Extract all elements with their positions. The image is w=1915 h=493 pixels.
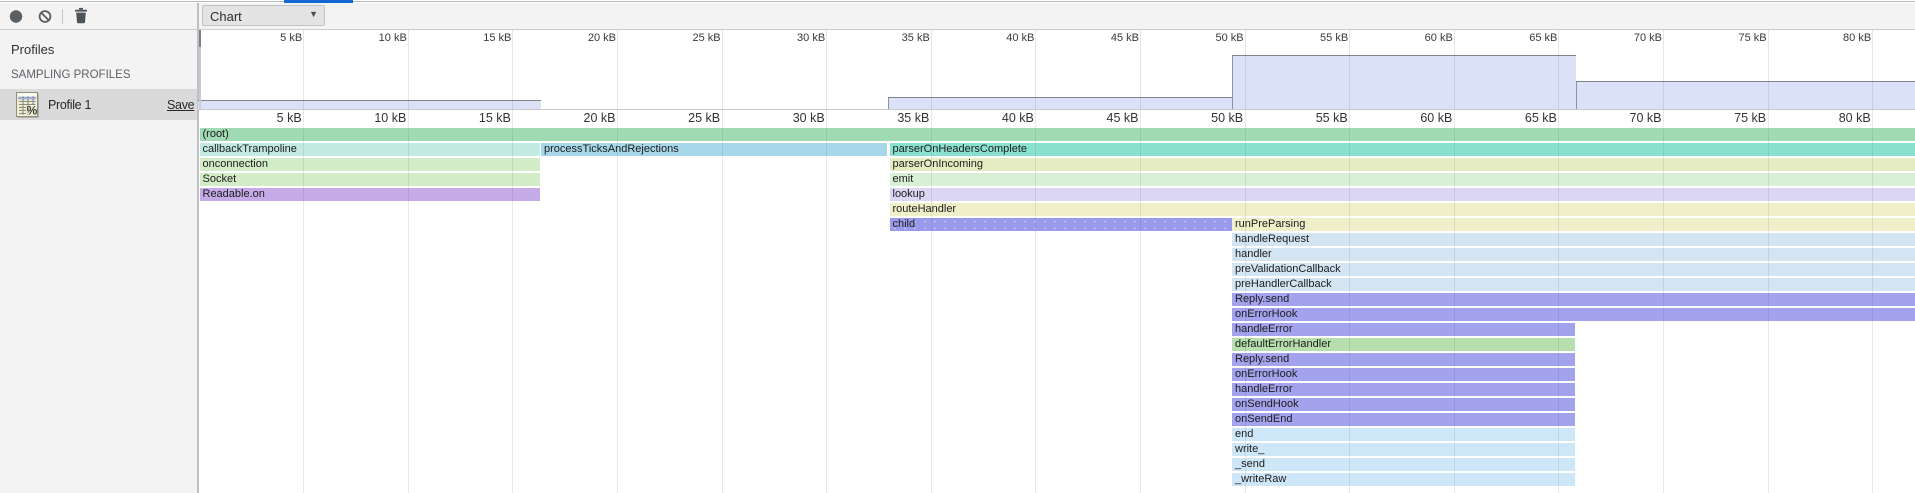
svg-text:%: % xyxy=(27,104,38,118)
